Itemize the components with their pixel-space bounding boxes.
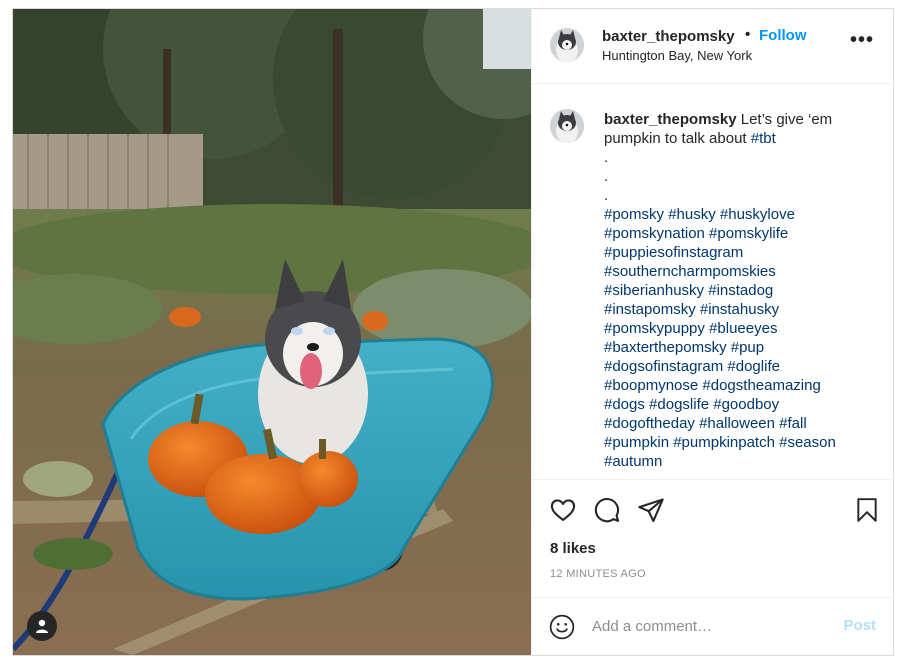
hashtag-line[interactable]: #puppiesofinstagram bbox=[604, 243, 874, 262]
post-actions: 8 likes 12 MINUTES AGO bbox=[532, 479, 894, 598]
hashtag-line[interactable]: #pumpkin #pumpkinpatch #season bbox=[604, 433, 874, 452]
smiley-icon[interactable] bbox=[549, 614, 575, 640]
more-options-icon[interactable]: ••• bbox=[850, 30, 874, 50]
hashtag-line[interactable]: #dogsofinstagram #doglife bbox=[604, 357, 874, 376]
dog-avatar-icon bbox=[550, 28, 584, 62]
likes-count[interactable]: 8 likes bbox=[550, 540, 596, 557]
hashtag-line[interactable]: #siberianhusky #instadog bbox=[604, 281, 874, 300]
hashtag-line[interactable]: #southerncharmpomskies bbox=[604, 262, 874, 281]
post-image bbox=[13, 9, 531, 655]
dog-avatar-icon bbox=[550, 109, 584, 143]
post-header: baxter_thepomsky • Follow Huntington Bay… bbox=[532, 9, 894, 84]
caption-dot: . bbox=[604, 168, 609, 185]
avatar[interactable] bbox=[550, 28, 584, 62]
comment-bubble-icon[interactable] bbox=[593, 496, 621, 524]
caption-avatar[interactable] bbox=[550, 109, 584, 143]
hashtag-line[interactable]: #dogoftheday #halloween #fall bbox=[604, 414, 874, 433]
comment-bar: Post bbox=[532, 597, 894, 656]
post-timestamp[interactable]: 12 MINUTES AGO bbox=[550, 568, 646, 580]
caption-dot: . bbox=[604, 187, 609, 204]
hashtag-line[interactable]: #boopmynose #dogstheamazing bbox=[604, 376, 874, 395]
post-side-panel: baxter_thepomsky • Follow Huntington Bay… bbox=[531, 9, 894, 655]
post-location[interactable]: Huntington Bay, New York bbox=[602, 48, 752, 63]
post-username[interactable]: baxter_thepomsky bbox=[602, 28, 735, 45]
hashtag-line[interactable]: #pomskynation #pomskylife bbox=[604, 224, 874, 243]
separator-dot: • bbox=[745, 26, 751, 43]
hashtag-line[interactable]: #autumn bbox=[604, 452, 874, 471]
post-photo[interactable] bbox=[13, 9, 531, 655]
hashtag-line[interactable]: #baxterthepomsky #pup bbox=[604, 338, 874, 357]
bookmark-icon[interactable] bbox=[854, 496, 880, 524]
hashtag-line[interactable]: #pomskypuppy #blueeyes bbox=[604, 319, 874, 338]
heart-icon[interactable] bbox=[549, 496, 577, 524]
paper-plane-icon[interactable] bbox=[637, 496, 665, 524]
caption-text: baxter_thepomsky Let’s give ‘em pumpkin … bbox=[604, 110, 874, 471]
post-card: baxter_thepomsky • Follow Huntington Bay… bbox=[12, 8, 894, 656]
caption: baxter_thepomsky Let’s give ‘em pumpkin … bbox=[532, 84, 894, 479]
caption-dot: . bbox=[604, 149, 609, 166]
post-comment-button[interactable]: Post bbox=[843, 617, 876, 634]
user-tag-button[interactable] bbox=[27, 611, 57, 641]
hashtag-link[interactable]: #tbt bbox=[751, 130, 776, 147]
caption-username[interactable]: baxter_thepomsky bbox=[604, 111, 737, 128]
hashtag-line[interactable]: #instapomsky #instahusky bbox=[604, 300, 874, 319]
follow-button[interactable]: Follow bbox=[759, 27, 807, 44]
comment-input[interactable] bbox=[592, 615, 822, 637]
hashtag-line[interactable]: #pomsky #husky #huskylove bbox=[604, 205, 874, 224]
user-tag-icon bbox=[36, 619, 48, 633]
hashtag-line[interactable]: #dogs #dogslife #goodboy bbox=[604, 395, 874, 414]
